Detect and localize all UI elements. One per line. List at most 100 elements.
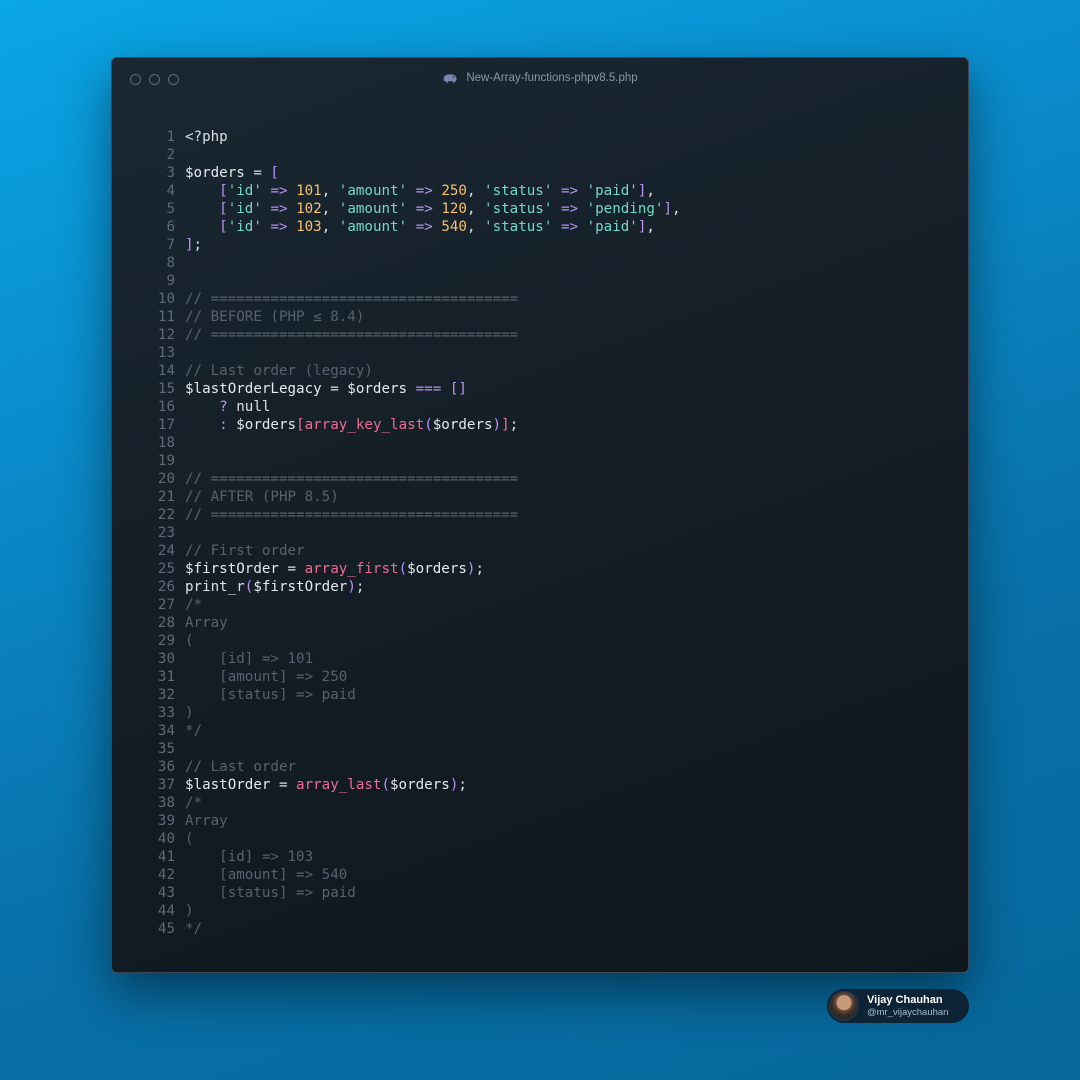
line-number: 19: [157, 453, 175, 469]
code-token: 'id': [227, 219, 262, 235]
code-token: // Last order: [185, 759, 297, 775]
line-number: 42: [157, 867, 175, 883]
line-number: 7: [166, 237, 175, 253]
code-line: 35: [142, 740, 681, 758]
line-number: 23: [157, 525, 175, 541]
code-token: $lastOrderLegacy: [185, 381, 322, 397]
code-token: =: [321, 381, 348, 397]
line-number: 43: [157, 885, 175, 901]
code-token: $orders: [390, 777, 450, 793]
code-token: array_key_last: [304, 417, 425, 433]
code-line: 20 // ===================================…: [142, 470, 681, 488]
line-number: 41: [157, 849, 175, 865]
code-token: [: [296, 417, 305, 433]
code-token: $orders: [407, 561, 467, 577]
code-token: (: [185, 831, 194, 847]
line-number: 2: [166, 147, 175, 163]
code-line: 7];: [142, 236, 681, 254]
line-code: $lastOrderLegacy = $orders === []: [185, 380, 467, 398]
code-line: 39 Array: [142, 812, 681, 830]
line-number: 37: [157, 777, 175, 793]
code-token: // ====================================: [185, 507, 519, 523]
code-token: // ====================================: [185, 327, 519, 343]
code-line: 5 ['id' => 102, 'amount' => 120, 'status…: [142, 200, 680, 218]
code-token: /*: [185, 795, 203, 811]
code-token: ;: [475, 561, 484, 577]
php-elephant-icon: [443, 74, 457, 83]
code-token: [status] => paid: [185, 687, 356, 703]
line-number: 22: [157, 507, 175, 523]
code-token: ,: [646, 183, 655, 199]
code-line: 22 // ===================================…: [142, 506, 681, 524]
line-number: 36: [157, 759, 175, 775]
line-number: 8: [166, 255, 175, 271]
line-number: 13: [157, 345, 175, 361]
code-token: ;: [355, 579, 365, 595]
code-line: 38 /*: [142, 794, 681, 812]
code-token: 'pending': [586, 201, 664, 217]
code-line: 8: [142, 254, 681, 272]
code-token: ,: [321, 201, 339, 217]
line-number: 27: [157, 597, 175, 613]
line-code: /*: [185, 596, 202, 614]
code-token: =>: [415, 219, 433, 235]
line-code: // ====================================: [185, 290, 518, 308]
line-code: <?php: [185, 128, 228, 146]
line-code: [id] => 101: [185, 650, 313, 668]
code-token: [id] => 103: [185, 849, 314, 865]
line-number: 11: [157, 309, 175, 325]
line-code: print_r($firstOrder);: [185, 578, 364, 596]
code-token: ===: [415, 381, 442, 397]
code-token: null: [227, 399, 271, 415]
code-token: =>: [415, 201, 433, 217]
code-token: $orders: [347, 381, 408, 397]
code-editor[interactable]: 1 <?php 2 3 $orders = [4 ['id' => 101, 'amou…: [142, 128, 681, 938]
code-line: 11 // BEFORE (PHP ≤ 8.4): [142, 308, 681, 326]
code-token: [: [219, 183, 228, 199]
code-token: ]: [663, 201, 672, 217]
code-token: 'paid': [586, 219, 638, 235]
code-line: 28 Array: [142, 614, 681, 632]
code-token: $lastOrder: [185, 777, 271, 793]
code-token: // BEFORE (PHP ≤ 8.4): [185, 309, 365, 325]
code-token: print_r: [185, 579, 245, 595]
code-token: =: [278, 561, 305, 577]
line-code: : $orders[array_key_last($orders)];: [185, 416, 518, 434]
code-token: 103: [296, 219, 322, 235]
avatar: [829, 991, 859, 1021]
line-code: $lastOrder = array_last($orders);: [185, 776, 467, 794]
code-line: 16 ? null: [142, 398, 681, 416]
line-code: // BEFORE (PHP ≤ 8.4): [185, 308, 364, 326]
code-token: ;: [193, 237, 203, 253]
code-line: 3 $orders = [: [142, 164, 681, 182]
code-line: 33): [142, 704, 681, 722]
code-token: // ====================================: [185, 471, 519, 487]
code-line: 18: [142, 434, 681, 452]
line-number: 9: [166, 273, 175, 289]
line-code: /*: [185, 794, 202, 812]
code-line: 41 [id] => 103: [142, 848, 681, 866]
code-token: =>: [270, 201, 288, 217]
code-line: 29 (: [142, 632, 681, 650]
line-code: Array: [185, 614, 228, 632]
code-token: /*: [185, 597, 203, 613]
code-line: 26 print_r($firstOrder);: [142, 578, 681, 596]
code-token: 'paid': [586, 183, 638, 199]
line-code: [status] => paid: [185, 686, 356, 704]
code-line: 24 // First order: [142, 542, 681, 560]
code-token: [amount] => 540: [185, 867, 348, 883]
code-line: 9: [142, 272, 681, 290]
line-number: 32: [157, 687, 175, 703]
line-code: ['id' => 102, 'amount' => 120, 'status' …: [185, 200, 680, 218]
line-code: [id] => 103: [185, 848, 313, 866]
line-number: 3: [166, 165, 175, 181]
